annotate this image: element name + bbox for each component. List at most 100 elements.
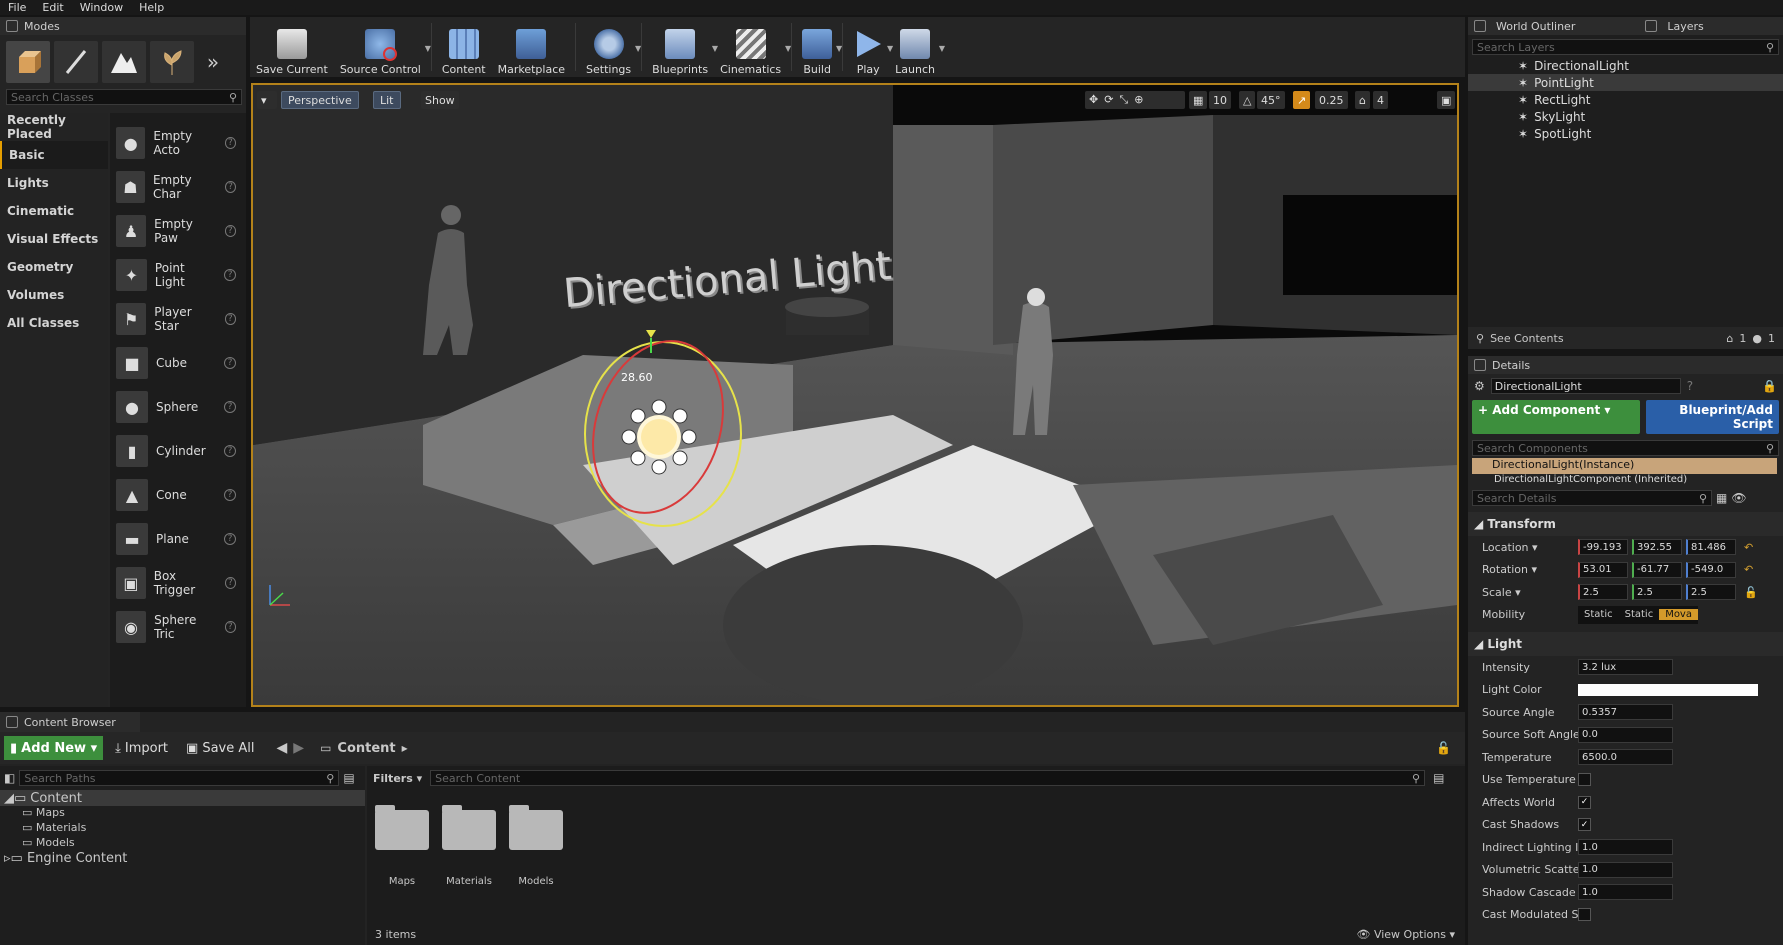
details-tab[interactable]: Details bbox=[1468, 356, 1783, 374]
search-layers-input[interactable]: Search Layers ⚲ bbox=[1472, 39, 1779, 55]
rotation-y-field[interactable]: -61.77 bbox=[1632, 561, 1682, 578]
path-view-options-icon[interactable]: ▤ bbox=[343, 771, 354, 785]
location-z-field[interactable]: 81.486 bbox=[1686, 539, 1736, 556]
outliner-item[interactable]: ✶ DirectionalLight bbox=[1468, 57, 1783, 74]
chevron-down-icon[interactable]: ▼ bbox=[425, 44, 431, 53]
help-icon[interactable]: ? bbox=[224, 621, 236, 633]
help-icon[interactable]: ? bbox=[224, 357, 236, 369]
rotation-snap-icon[interactable]: △ bbox=[1239, 91, 1256, 109]
placeable-item[interactable]: ⚑ Player Star? bbox=[110, 297, 246, 341]
property-value-field[interactable]: 1.0 bbox=[1578, 884, 1673, 901]
category-item[interactable]: Volumes bbox=[0, 281, 108, 309]
save-current-button[interactable]: Save Current bbox=[250, 18, 334, 76]
more-modes-icon[interactable]: » bbox=[198, 41, 228, 83]
search-content-input[interactable]: Search Content ⚲ bbox=[430, 770, 1426, 786]
mobility-stationary[interactable]: Static bbox=[1619, 609, 1660, 620]
mobility-movable[interactable]: Mova bbox=[1659, 609, 1698, 621]
scale-snap-value[interactable]: 0.25 bbox=[1315, 91, 1348, 109]
folder-tile-maps[interactable]: Maps bbox=[375, 805, 429, 887]
category-item[interactable]: Recently Placed bbox=[0, 113, 108, 141]
lock-icon[interactable]: 🔒 bbox=[1762, 379, 1777, 393]
lock-scale-icon[interactable]: 🔓 bbox=[1744, 586, 1758, 599]
property-value-field[interactable]: 6500.0 bbox=[1578, 749, 1673, 766]
tab-layers[interactable]: Layers bbox=[1667, 20, 1703, 33]
chevron-down-icon[interactable]: ▼ bbox=[836, 44, 842, 53]
property-checkbox[interactable]: ✓ bbox=[1578, 818, 1591, 832]
help-icon[interactable]: ? bbox=[224, 137, 236, 149]
reset-icon[interactable]: ↶ bbox=[1744, 563, 1753, 576]
folder-tile-models[interactable]: Models bbox=[509, 805, 563, 887]
help-icon[interactable]: ? bbox=[224, 269, 236, 281]
tree-item-materials[interactable]: ▭ Materials bbox=[0, 821, 365, 836]
reset-icon[interactable]: ↶ bbox=[1744, 541, 1753, 554]
camera-speed-icon[interactable]: ⌂ bbox=[1355, 91, 1370, 109]
paint-mode-icon[interactable] bbox=[54, 41, 98, 83]
play-button[interactable]: Play ▼ bbox=[847, 18, 893, 76]
camera-speed-value[interactable]: 4 bbox=[1373, 91, 1388, 109]
add-new-button[interactable]: ▮ Add New ▾ bbox=[4, 736, 104, 760]
build-button[interactable]: Build ▼ bbox=[796, 18, 842, 76]
category-item[interactable]: Cinematic bbox=[0, 197, 108, 225]
placeable-item[interactable]: ● Empty Acto? bbox=[110, 121, 246, 165]
scale-y-field[interactable]: 2.5 bbox=[1632, 584, 1682, 601]
save-all-button[interactable]: ▣ Save All bbox=[180, 736, 260, 760]
help-icon[interactable]: ? bbox=[224, 577, 236, 589]
category-item[interactable]: Visual Effects bbox=[0, 225, 108, 253]
rotation-z-field[interactable]: -549.0 bbox=[1686, 561, 1736, 578]
category-item[interactable]: Lights bbox=[0, 169, 108, 197]
placeable-item[interactable]: ▣ Box Trigger? bbox=[110, 561, 246, 605]
modes-tab[interactable]: Modes bbox=[0, 17, 246, 35]
rotation-snap-value[interactable]: 45° bbox=[1257, 91, 1285, 109]
placeable-item[interactable]: ♟ Empty Paw? bbox=[110, 209, 246, 253]
tree-item-content[interactable]: ◢▭ Content bbox=[0, 790, 365, 806]
outliner-item[interactable]: ✶ SkyLight bbox=[1468, 108, 1783, 125]
filters-button[interactable]: Filters ▾ bbox=[373, 772, 422, 785]
transform-tools[interactable]: ✥⟳⤡⊕ bbox=[1085, 91, 1185, 109]
back-arrow-icon[interactable]: ◀ bbox=[277, 740, 288, 756]
help-icon[interactable]: ? bbox=[224, 489, 236, 501]
outliner-item[interactable]: ✶ RectLight bbox=[1468, 91, 1783, 108]
path-breadcrumb[interactable]: Content bbox=[337, 741, 395, 756]
add-component-button[interactable]: + Add Component ▾ bbox=[1472, 400, 1640, 434]
import-button[interactable]: ⤓ Import bbox=[109, 736, 174, 760]
mobility-static[interactable]: Static bbox=[1578, 609, 1619, 620]
marketplace-button[interactable]: Marketplace bbox=[492, 18, 571, 76]
actor-name-field[interactable]: DirectionalLight bbox=[1490, 378, 1681, 394]
help-icon[interactable]: ? bbox=[224, 533, 236, 545]
transform-section-header[interactable]: ◢ Transform bbox=[1468, 512, 1783, 536]
chevron-down-icon[interactable]: ▼ bbox=[785, 44, 791, 53]
category-item[interactable]: All Classes bbox=[0, 309, 108, 337]
sources-toggle-icon[interactable]: ◧ bbox=[4, 771, 15, 785]
path-chevron-icon[interactable]: ▸ bbox=[402, 741, 408, 755]
light-section-header[interactable]: ◢ Light bbox=[1468, 632, 1783, 656]
outliner-item[interactable]: ✶ SpotLight bbox=[1468, 125, 1783, 142]
lit-button[interactable]: Lit bbox=[373, 91, 401, 109]
chevron-down-icon[interactable]: ▼ bbox=[635, 44, 641, 53]
menu-file[interactable]: File bbox=[0, 1, 34, 14]
filter-options-icon[interactable]: ▤ bbox=[1433, 771, 1444, 785]
component-row[interactable]: DirectionalLightComponent (Inherited) bbox=[1468, 474, 1783, 490]
property-value-field[interactable]: 1.0 bbox=[1578, 861, 1673, 878]
search-details-input[interactable]: Search Details ⚲ bbox=[1472, 490, 1712, 506]
location-y-field[interactable]: 392.55 bbox=[1632, 539, 1682, 556]
help-icon[interactable]: ? bbox=[224, 445, 236, 457]
property-value-field[interactable]: 1.0 bbox=[1578, 839, 1673, 856]
menu-edit[interactable]: Edit bbox=[34, 1, 71, 14]
perspective-button[interactable]: Perspective bbox=[281, 91, 359, 109]
placeable-item[interactable]: ◉ Sphere Tric? bbox=[110, 605, 246, 649]
grid-view-icon[interactable]: ▦ bbox=[1716, 491, 1727, 505]
scale-snap-icon[interactable]: ↗ bbox=[1293, 91, 1311, 109]
location-label[interactable]: Location ▾ bbox=[1468, 541, 1578, 554]
view-options-button[interactable]: 👁 View Options ▾ bbox=[1356, 928, 1455, 941]
location-x-field[interactable]: -99.193 bbox=[1578, 539, 1628, 556]
viewport-options-chevron-icon[interactable]: ▾ bbox=[257, 91, 277, 109]
scale-z-field[interactable]: 2.5 bbox=[1686, 584, 1736, 601]
maximize-viewport-icon[interactable]: ▣ bbox=[1437, 91, 1456, 109]
foliage-mode-icon[interactable] bbox=[150, 41, 194, 83]
help-icon[interactable]: ? bbox=[224, 225, 236, 237]
tab-world-outliner[interactable]: World Outliner bbox=[1496, 20, 1575, 33]
placeable-item[interactable]: ☗ Empty Char? bbox=[110, 165, 246, 209]
chevron-down-icon[interactable]: ▼ bbox=[939, 44, 945, 53]
grid-snap-icon[interactable]: ▦ bbox=[1189, 91, 1208, 109]
rotation-label[interactable]: Rotation ▾ bbox=[1468, 563, 1578, 576]
